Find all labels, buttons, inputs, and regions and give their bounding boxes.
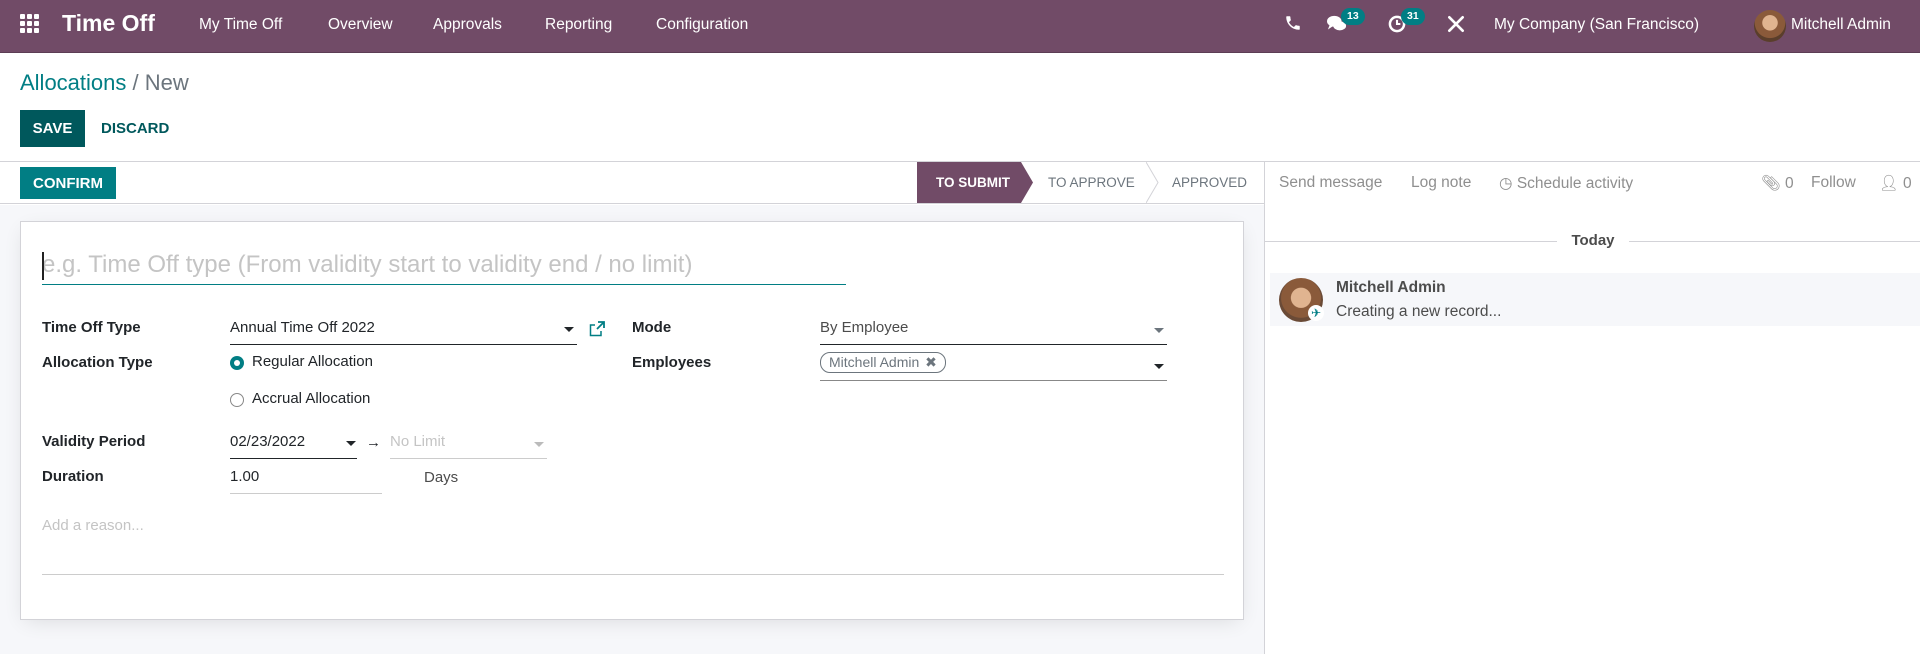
text-cursor bbox=[42, 252, 44, 280]
company-switcher[interactable]: My Company (San Francisco) bbox=[1494, 16, 1699, 34]
apps-menu-icon[interactable] bbox=[20, 14, 42, 36]
chevron-down-icon bbox=[1154, 364, 1164, 369]
employees-many2many-input[interactable]: Mitchell Admin ✖ bbox=[820, 351, 1167, 381]
allocation-type-label: Allocation Type bbox=[42, 354, 153, 371]
messages-count-badge: 13 bbox=[1341, 8, 1365, 25]
menu-configuration[interactable]: Configuration bbox=[656, 16, 748, 34]
menu-reporting[interactable]: Reporting bbox=[545, 16, 612, 34]
follow-button[interactable]: Follow bbox=[1811, 174, 1856, 192]
stage-chevron bbox=[1146, 162, 1159, 203]
followers-count: 0 bbox=[1903, 175, 1912, 192]
validity-period-label: Validity Period bbox=[42, 433, 146, 450]
time-off-type-label: Time Off Type bbox=[42, 319, 141, 336]
duration-input[interactable]: 1.00 bbox=[230, 468, 382, 494]
save-button[interactable]: SAVE bbox=[20, 110, 85, 147]
confirm-button[interactable]: CONFIRM bbox=[20, 167, 116, 199]
clock-icon: ◷ bbox=[1499, 175, 1513, 192]
menu-my-time-off[interactable]: My Time Off bbox=[199, 16, 282, 34]
followers-button[interactable]: 👤︎ 0 bbox=[1879, 174, 1912, 193]
message-author[interactable]: Mitchell Admin bbox=[1336, 279, 1446, 297]
chevron-down-icon bbox=[1154, 328, 1164, 333]
phone-icon[interactable] bbox=[1284, 14, 1306, 36]
debug-tools-icon[interactable] bbox=[1446, 14, 1468, 36]
stage-to-submit[interactable]: TO SUBMIT bbox=[917, 162, 1021, 203]
form-sheet: Time Off Type Annual Time Off 2022 Alloc… bbox=[20, 221, 1244, 620]
accrual-allocation-radio[interactable] bbox=[230, 393, 244, 407]
breadcrumb-current: New bbox=[144, 70, 189, 95]
schedule-activity-button[interactable]: ◷ Schedule activity bbox=[1499, 174, 1633, 193]
airplane-status-icon: ✈ bbox=[1308, 305, 1324, 321]
chatter-message: ✈ Mitchell Admin Creating a new record..… bbox=[1270, 273, 1920, 326]
chevron-down-icon bbox=[534, 442, 544, 447]
validity-end-date-input[interactable]: No Limit bbox=[390, 433, 547, 459]
paperclip-icon: 📎︎ bbox=[1761, 175, 1781, 192]
breadcrumb-separator: / bbox=[132, 70, 139, 95]
stage-to-approve[interactable]: TO APPROVE bbox=[1048, 162, 1158, 203]
duration-unit: Days bbox=[424, 469, 459, 486]
send-message-button[interactable]: Send message bbox=[1279, 174, 1382, 192]
validity-start-date-input[interactable]: 02/23/2022 bbox=[230, 433, 357, 459]
reason-input[interactable]: Add a reason... bbox=[42, 517, 144, 534]
form-statusbar: CONFIRM TO SUBMIT TO APPROVE APPROVED bbox=[0, 162, 1264, 204]
log-note-button[interactable]: Log note bbox=[1411, 174, 1471, 192]
employee-tag: Mitchell Admin ✖ bbox=[820, 352, 946, 373]
message-body: Creating a new record... bbox=[1336, 303, 1502, 320]
app-title[interactable]: Time Off bbox=[62, 10, 155, 37]
breadcrumb: Allocations / New bbox=[20, 70, 189, 96]
mode-label: Mode bbox=[632, 319, 672, 336]
accrual-allocation-label[interactable]: Accrual Allocation bbox=[252, 390, 370, 407]
reason-underline bbox=[42, 574, 1224, 575]
schedule-activity-label: Schedule activity bbox=[1516, 175, 1634, 192]
top-navbar: Time Off My Time Off Overview Approvals … bbox=[0, 0, 1920, 53]
chevron-down-icon bbox=[564, 327, 574, 332]
stage-chevron bbox=[1021, 162, 1033, 203]
stage-approved[interactable]: APPROVED bbox=[1172, 162, 1262, 203]
chatter-panel: Send message Log note ◷ Schedule activit… bbox=[1264, 161, 1920, 654]
remove-tag-icon[interactable]: ✖ bbox=[925, 354, 937, 370]
employees-label: Employees bbox=[632, 354, 712, 371]
regular-allocation-radio[interactable] bbox=[230, 356, 244, 370]
user-menu[interactable]: Mitchell Admin bbox=[1791, 16, 1891, 34]
time-off-type-value: Annual Time Off 2022 bbox=[230, 319, 375, 336]
menu-overview[interactable]: Overview bbox=[328, 16, 393, 34]
date-separator-label: Today bbox=[1557, 232, 1629, 249]
discard-button[interactable]: DISCARD bbox=[101, 110, 169, 147]
external-link-icon[interactable] bbox=[589, 321, 605, 337]
attachments-count: 0 bbox=[1785, 175, 1794, 192]
date-separator: Today bbox=[1265, 232, 1920, 249]
arrow-right-icon: → bbox=[366, 434, 381, 451]
activities-count-badge: 31 bbox=[1401, 8, 1425, 25]
validity-end-placeholder: No Limit bbox=[390, 433, 446, 450]
allocation-name-input[interactable] bbox=[42, 245, 846, 285]
time-off-type-select[interactable]: Annual Time Off 2022 bbox=[230, 319, 577, 345]
regular-allocation-label[interactable]: Regular Allocation bbox=[252, 353, 373, 370]
duration-label: Duration bbox=[42, 468, 104, 485]
mode-select[interactable]: By Employee bbox=[820, 319, 1167, 345]
mode-value: By Employee bbox=[820, 319, 909, 336]
breadcrumb-allocations[interactable]: Allocations bbox=[20, 70, 126, 95]
employee-tag-label: Mitchell Admin bbox=[829, 354, 920, 370]
user-icon: 👤︎ bbox=[1879, 175, 1899, 192]
attachments-button[interactable]: 📎︎ 0 bbox=[1761, 174, 1794, 193]
chevron-down-icon bbox=[346, 441, 356, 446]
menu-approvals[interactable]: Approvals bbox=[433, 16, 502, 34]
validity-start-value: 02/23/2022 bbox=[230, 433, 306, 450]
user-avatar[interactable] bbox=[1754, 10, 1786, 42]
